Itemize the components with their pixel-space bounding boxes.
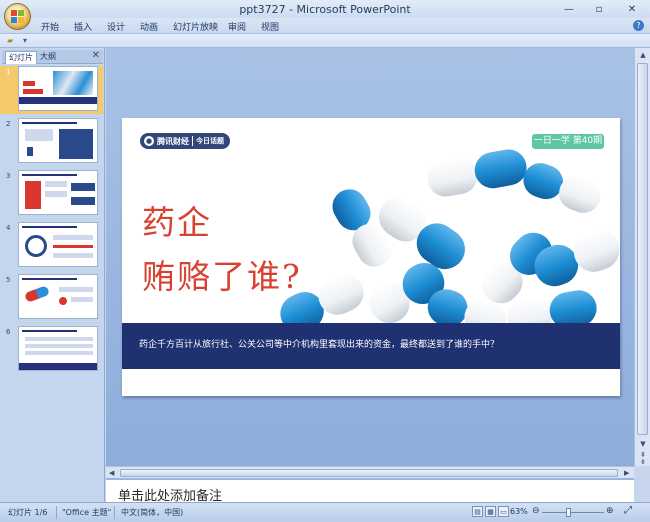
slide-thumbnail-4[interactable]: 4 <box>0 222 103 270</box>
vertical-scrollbar[interactable]: ▲ ▼ ⇞ ⇟ <box>634 48 650 466</box>
folder-icon[interactable]: ▰ <box>7 36 13 45</box>
headline-line2[interactable]: 贿赂了谁? <box>142 250 302 298</box>
slide-thumbnail-3[interactable]: 3 <box>0 170 103 218</box>
tab-animation[interactable]: 动画 <box>140 20 158 33</box>
notes-pane[interactable]: 单击此处添加备注 <box>106 478 634 504</box>
close-button[interactable]: ✕ <box>614 0 650 18</box>
panel-close-icon[interactable]: ✕ <box>92 50 100 61</box>
penguin-icon: ● <box>144 136 154 146</box>
scroll-up-icon[interactable]: ▲ <box>636 49 650 61</box>
slide-thumbnail-6[interactable]: 6 <box>0 326 103 374</box>
issue-badge: 一日一学 第40期 <box>532 134 604 149</box>
slide-number: 5 <box>6 276 11 284</box>
next-slide-icon[interactable]: ⇟ <box>636 456 650 468</box>
tab-home[interactable]: 开始 <box>41 20 59 33</box>
office-button[interactable] <box>4 3 31 30</box>
zoom-slider[interactable]: ⊖ ⊕ <box>532 506 614 517</box>
slideshow-view-icon[interactable]: ▭ <box>498 506 509 517</box>
thumbnail-preview <box>18 118 98 163</box>
thumbnail-preview <box>18 170 98 215</box>
h-scroll-thumb[interactable] <box>120 469 618 477</box>
thumbnail-list: 1 2 3 4 5 6 <box>0 66 103 501</box>
normal-view-icon[interactable]: ▤ <box>472 506 483 517</box>
ribbon-tabs: 开始 插入 设计 动画 幻灯片放映 审阅 视图 ? <box>0 18 650 34</box>
slide-thumbnail-2[interactable]: 2 <box>0 118 103 166</box>
ribbon-row: ▰ ▾ <box>0 34 650 48</box>
sorter-view-icon[interactable]: ▦ <box>485 506 496 517</box>
fit-window-icon[interactable]: ⤢ <box>624 505 632 516</box>
panel-tabs: 幻灯片 大纲 ✕ <box>2 50 103 64</box>
tab-view[interactable]: 视图 <box>261 20 279 33</box>
slide-number: 2 <box>6 120 11 128</box>
zoom-knob[interactable] <box>566 508 571 517</box>
language[interactable]: 中文(简体，中国) <box>121 507 183 518</box>
headline-line1[interactable]: 药企 <box>142 196 212 244</box>
slide-number: 3 <box>6 172 11 180</box>
tab-review[interactable]: 审阅 <box>228 20 246 33</box>
tab-slideshow[interactable]: 幻灯片放映 <box>173 20 218 33</box>
tab-insert[interactable]: 插入 <box>74 20 92 33</box>
brand-logo: ● 腾讯财经 今日话题 <box>140 133 230 149</box>
thumbnail-preview <box>18 66 98 111</box>
view-buttons: ▤ ▦ ▭ <box>472 506 509 517</box>
slides-panel: 幻灯片 大纲 ✕ 1 2 3 4 5 6 <box>0 48 105 502</box>
divider <box>114 506 115 519</box>
minimize-button[interactable]: — <box>554 0 584 18</box>
slide-thumbnail-5[interactable]: 5 <box>0 274 103 322</box>
title-bar: ppt3727 - Microsoft PowerPoint — ▫ ✕ <box>0 0 650 18</box>
divider <box>56 506 57 519</box>
status-bar: 幻灯片 1/6 "Office 主题" 中文(简体，中国) ▤ ▦ ▭ 63% … <box>0 502 650 522</box>
zoom-level[interactable]: 63% <box>510 507 528 516</box>
restore-button[interactable]: ▫ <box>584 0 614 18</box>
customize-qat-icon[interactable]: ▾ <box>23 36 27 45</box>
brand-text: 腾讯财经 <box>157 136 189 146</box>
thumbnail-preview <box>18 222 98 267</box>
slide-counter: 幻灯片 1/6 <box>8 508 48 517</box>
horizontal-scrollbar[interactable]: ◀ ▶ <box>106 466 634 478</box>
subtitle-text[interactable]: 药企千方百计从旅行社、公关公司等中介机构里套现出来的资金，最终都送到了谁的手中？ <box>139 337 499 350</box>
slide-thumbnail-1[interactable]: 1 <box>0 66 103 114</box>
tab-design[interactable]: 设计 <box>107 20 125 33</box>
zoom-in-icon[interactable]: ⊕ <box>606 506 614 516</box>
help-icon[interactable]: ? <box>633 20 644 31</box>
subtitle-band: 药企千方百计从旅行社、公关公司等中介机构里套现出来的资金，最终都送到了谁的手中？ <box>122 323 620 369</box>
thumbnail-preview <box>18 274 98 319</box>
zoom-out-icon[interactable]: ⊖ <box>532 506 540 516</box>
thumbnail-preview <box>18 326 98 371</box>
slide-number: 4 <box>6 224 11 232</box>
slide-number: 1 <box>6 68 11 76</box>
theme-name: "Office 主题" <box>62 508 112 517</box>
window-controls: — ▫ ✕ <box>554 0 650 18</box>
scalloped-edge <box>122 365 620 369</box>
tab-slides[interactable]: 幻灯片 <box>5 51 37 64</box>
slide-number: 6 <box>6 328 11 336</box>
office-logo-icon <box>11 10 24 23</box>
tab-outline[interactable]: 大纲 <box>37 51 59 64</box>
current-slide[interactable]: ● 腾讯财经 今日话题 一日一学 第40期 药企 贿赂了谁? 药企千方百计从旅行… <box>122 118 620 396</box>
scroll-thumb[interactable] <box>637 63 648 435</box>
window-title: ppt3727 - Microsoft PowerPoint <box>239 3 411 16</box>
brand-subtext: 今日话题 <box>192 136 224 146</box>
